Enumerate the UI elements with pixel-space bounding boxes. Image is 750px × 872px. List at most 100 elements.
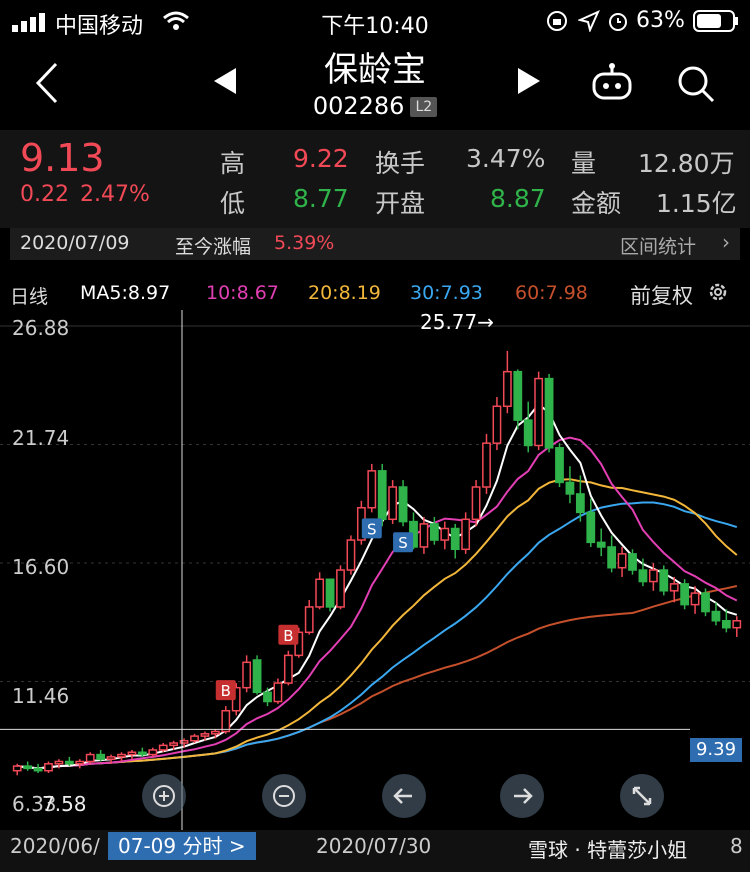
candle [367,470,377,509]
stock-code: 002286 L2 [0,92,750,120]
low-label: 低 [220,189,246,218]
ma5-value: MA5:8.97 [80,282,171,304]
candle [12,765,22,772]
candle [388,486,398,521]
robot-icon[interactable] [590,62,634,106]
candle [461,518,471,551]
candle [544,377,554,449]
ma30-line [17,501,738,770]
turnover-label: 换手 [375,149,426,178]
ma20-value: 20:8.19 [308,282,381,304]
candle [732,620,742,629]
candle [96,753,106,760]
candle [33,767,43,772]
candle [565,481,575,495]
range-stats-label[interactable]: 区间统计 [620,232,696,259]
candle [242,661,252,689]
level-badge: L2 [410,97,438,117]
zoom-out-icon[interactable] [260,772,308,824]
candle [680,583,690,606]
volume-value: 12.80万 [638,149,735,178]
search-icon[interactable] [676,64,716,108]
kline-chart[interactable]: BSSB 26.88 21.74 16.60 11.46 6.33 7.58 2… [0,310,750,830]
range-row[interactable]: 2020/07/09 至今涨幅 5.39% 区间统计 › [10,228,740,260]
candle [648,569,658,583]
candle [492,405,502,444]
candle [482,442,491,488]
candle [419,523,429,548]
candle [263,691,272,703]
marker-label: S [367,520,377,538]
candle [190,735,199,742]
candle [721,620,731,629]
candle [711,610,721,622]
gear-icon[interactable] [706,280,730,309]
ma10-value: 10:8.67 [206,282,279,304]
candle [210,730,220,735]
candle [377,470,387,521]
lock-rotation-icon [546,10,568,36]
code-text: 002286 [312,92,405,120]
candle [429,523,439,541]
chevron-right-icon: › [722,230,730,254]
ma10-line [17,436,738,770]
candle [669,583,679,592]
watermark: 雪球 · 特蕾莎小姐 [528,838,688,862]
zoom-in-icon[interactable] [140,772,188,824]
candle [23,765,33,770]
candle [54,760,64,765]
candle [64,760,74,765]
candle [513,370,523,421]
low-annotation: 7.58 [42,792,87,816]
high-label: 高 [220,149,246,178]
change-pct: 2.47% [80,182,150,207]
candle [315,578,325,608]
left-arrow-icon[interactable] [380,772,428,824]
y-tick-1: 21.74 [12,426,70,450]
status-bar: 中国移动 下午10:40 63% [0,0,750,40]
candle [221,709,231,733]
candle [200,733,210,737]
open-label: 开盘 [375,189,426,218]
candle [690,592,700,606]
candle [44,763,53,772]
stock-header: 保龄宝 002286 L2 [0,40,750,130]
stock-name: 保龄宝 [324,50,426,90]
sell-marker: S [393,532,414,553]
fullscreen-icon[interactable] [618,772,666,824]
candle [617,553,627,569]
candle [555,447,564,484]
range-label: 至今涨幅 [175,236,252,258]
ma5-line [17,403,738,770]
range-value: 5.39% [274,232,335,254]
ma30-value: 30:7.93 [410,282,483,304]
turnover-value: 3.47% [466,144,546,173]
buy-marker: B [278,624,299,645]
candle [137,751,147,756]
candle [628,553,637,571]
battery-icon [693,10,739,36]
candle [252,659,262,694]
next-icon[interactable] [516,66,542,100]
x-tick-1: 2020/07/30 [316,834,432,858]
intraday-button[interactable]: 07-09 分时 > [108,832,256,860]
location-icon [576,10,600,36]
candle [336,569,345,608]
alarm-icon [606,9,630,37]
sell-marker: S [361,518,382,539]
marker-label: B [221,682,231,700]
adjust-label[interactable]: 前复权 [630,280,693,310]
amount-label: 金额 [571,189,622,218]
period-label[interactable]: 日线 [10,282,48,309]
battery-pct: 63% [636,8,685,33]
right-arrow-icon[interactable] [498,772,546,824]
kline-svg[interactable]: B S S B [0,310,750,830]
candle [158,744,168,751]
x-tick-2: 8 [730,834,743,858]
quote-panel: 9.13 0.22 2.47% 高 9.22 低 8.77 换手 3.47% 开… [0,130,750,228]
candle [607,546,617,569]
x-tick-0: 2020/06/ [10,834,100,858]
low-value: 8.77 [293,184,349,213]
ma60-line [17,585,738,770]
candle [127,751,137,756]
